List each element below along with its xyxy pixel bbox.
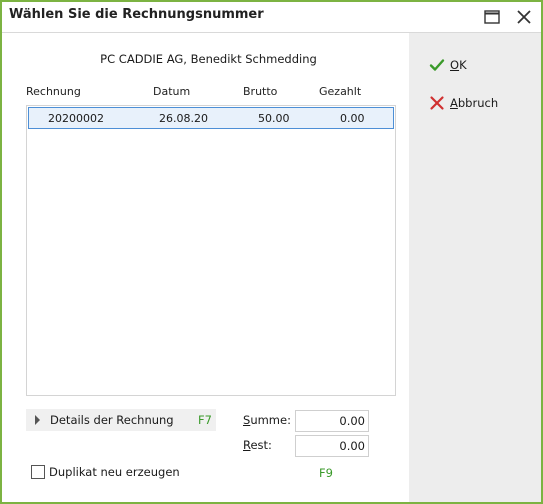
main-panel: PC CADDIE AG, Benedikt Schmedding Rechnu… bbox=[2, 33, 409, 502]
check-icon bbox=[429, 59, 445, 71]
invoice-list[interactable]: 20200002 26.08.20 50.00 0.00 bbox=[26, 105, 396, 396]
cancel-label-rest: bbruch bbox=[457, 96, 499, 110]
rest-value: 0.00 bbox=[339, 439, 365, 453]
summe-label-rest: umme: bbox=[250, 413, 291, 427]
rest-field: 0.00 bbox=[295, 435, 369, 457]
column-header-gezahlt[interactable]: Gezahlt bbox=[319, 85, 361, 98]
button-panel: OK Abbruch bbox=[409, 33, 541, 502]
summe-label: Summe: bbox=[243, 413, 291, 427]
close-icon bbox=[517, 10, 531, 24]
ok-accel: O bbox=[450, 58, 460, 72]
ok-button[interactable]: OK bbox=[429, 55, 529, 77]
customer-name: PC CADDIE AG, Benedikt Schmedding bbox=[100, 52, 317, 66]
duplicate-label[interactable]: Duplikat neu erzeugen bbox=[49, 465, 180, 479]
title-bar: Wählen Sie die Rechnungsnummer bbox=[2, 2, 541, 33]
cell-gezahlt: 0.00 bbox=[340, 112, 365, 125]
column-header-datum[interactable]: Datum bbox=[153, 85, 190, 98]
cancel-label: Abbruch bbox=[450, 96, 498, 110]
details-label: Details der Rechnung bbox=[50, 413, 174, 427]
close-window-button[interactable] bbox=[514, 7, 534, 27]
details-toggle[interactable]: Details der Rechnung F7 bbox=[26, 409, 216, 431]
dialog-window: Wählen Sie die Rechnungsnummer PC CADDIE… bbox=[0, 0, 543, 504]
column-header-brutto[interactable]: Brutto bbox=[243, 85, 277, 98]
table-row[interactable]: 20200002 26.08.20 50.00 0.00 bbox=[28, 107, 394, 129]
cell-rechnung: 20200002 bbox=[48, 112, 104, 125]
expand-arrow-icon bbox=[35, 415, 40, 425]
duplicate-hotkey: F9 bbox=[319, 466, 333, 480]
maximize-icon bbox=[484, 10, 500, 24]
duplicate-checkbox[interactable] bbox=[31, 465, 45, 479]
cancel-button[interactable]: Abbruch bbox=[429, 93, 529, 115]
rest-label: Rest: bbox=[243, 438, 272, 452]
column-header-rechnung[interactable]: Rechnung bbox=[26, 85, 81, 98]
cell-datum: 26.08.20 bbox=[159, 112, 208, 125]
cell-brutto: 50.00 bbox=[258, 112, 290, 125]
close-icon bbox=[430, 96, 444, 110]
maximize-button[interactable] bbox=[482, 7, 502, 27]
summe-value: 0.00 bbox=[339, 414, 365, 428]
ok-label: OK bbox=[450, 58, 467, 72]
cancel-accel: A bbox=[450, 96, 458, 110]
rest-label-rest: est: bbox=[250, 438, 272, 452]
summe-field: 0.00 bbox=[295, 410, 369, 432]
window-title: Wählen Sie die Rechnungsnummer bbox=[9, 7, 264, 22]
ok-label-rest: K bbox=[459, 58, 467, 72]
details-hotkey: F7 bbox=[198, 413, 212, 427]
